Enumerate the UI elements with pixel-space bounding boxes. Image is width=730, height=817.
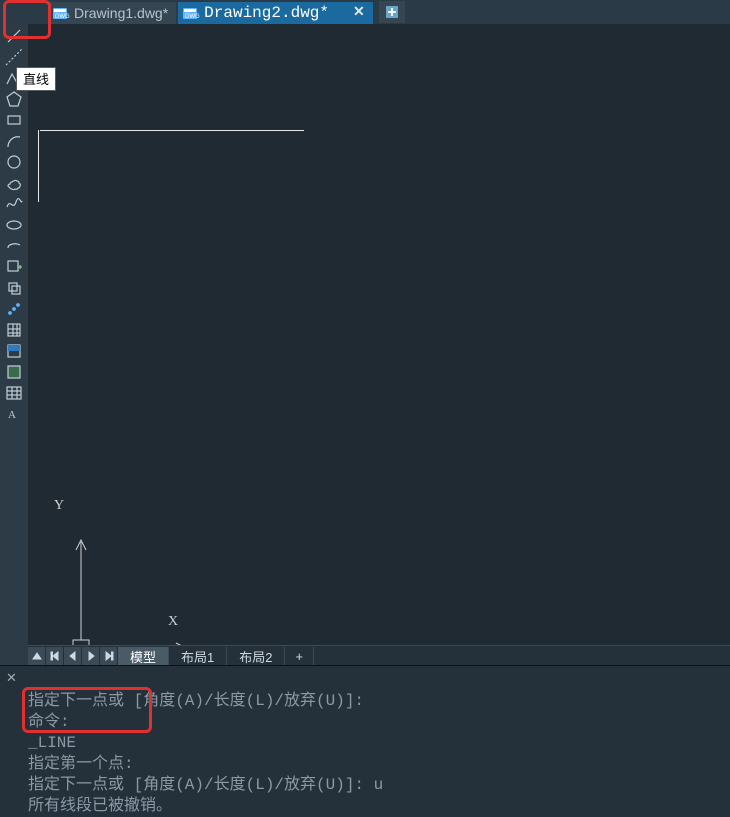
layout-first[interactable] <box>46 647 63 665</box>
polygon-tool[interactable] <box>3 89 25 109</box>
layout-scroll-up[interactable] <box>28 647 45 665</box>
command-history-panel: ✕ 指定下一点或 [角度(A)/长度(L)/放弃(U)]: 命令: _LINE … <box>0 665 730 817</box>
gradient-tool[interactable] <box>3 341 25 361</box>
tab-drawing1[interactable]: DWG Drawing1.dwg* <box>48 2 176 24</box>
tab-drawing2[interactable]: DWG Drawing2.dwg* ✕ <box>178 2 373 24</box>
ellipse-tool[interactable] <box>3 215 25 235</box>
close-tab-icon[interactable]: ✕ <box>353 4 365 21</box>
svg-text:A: A <box>8 409 16 421</box>
tab-label: Drawing1.dwg* <box>74 5 168 21</box>
revcloud-tool[interactable] <box>3 173 25 193</box>
construction-line-tool[interactable] <box>3 47 25 67</box>
ucs-icon <box>72 522 202 665</box>
svg-text:DWG: DWG <box>55 14 70 20</box>
layout-prev[interactable] <box>64 647 81 665</box>
layout-tab-1[interactable]: 布局1 <box>169 647 227 665</box>
tab-label: Drawing2.dwg* <box>204 4 329 22</box>
layout-tab-model[interactable]: 模型 <box>118 647 169 665</box>
drawing-canvas[interactable] <box>28 24 730 645</box>
arc-tool[interactable] <box>3 131 25 151</box>
insert-block-tool[interactable] <box>3 257 25 277</box>
draw-toolbar: A <box>0 24 28 667</box>
region-tool[interactable] <box>3 362 25 382</box>
ucs-x-label: X <box>168 614 178 630</box>
layout-add-button[interactable]: + <box>285 647 314 665</box>
layout-last[interactable] <box>100 647 117 665</box>
ucs-y-label: Y <box>54 498 64 514</box>
tool-tooltip: 直线 <box>16 67 56 91</box>
text-tool[interactable]: A <box>3 404 25 424</box>
document-tab-bar: DWG Drawing1.dwg* DWG Drawing2.dwg* ✕ <box>0 0 730 24</box>
layout-next[interactable] <box>82 647 99 665</box>
table-tool[interactable] <box>3 383 25 403</box>
drawn-segment-vertical <box>38 130 39 202</box>
dwg-file-icon: DWG <box>182 6 200 20</box>
dwg-file-icon: DWG <box>52 6 70 20</box>
svg-text:DWG: DWG <box>185 14 200 20</box>
circle-tool[interactable] <box>3 152 25 172</box>
new-tab-button[interactable] <box>379 1 405 23</box>
drawn-segment-horizontal <box>40 130 304 131</box>
spline-tool[interactable] <box>3 194 25 214</box>
point-tool[interactable] <box>3 299 25 319</box>
command-history-text: 指定下一点或 [角度(A)/长度(L)/放弃(U)]: 命令: _LINE 指定… <box>28 670 722 817</box>
ellipse-arc-tool[interactable] <box>3 236 25 256</box>
layout-tab-bar: 模型 布局1 布局2 + <box>28 645 730 666</box>
hatch-tool[interactable] <box>3 320 25 340</box>
command-panel-close[interactable]: ✕ <box>6 670 17 686</box>
layout-tab-2[interactable]: 布局2 <box>227 647 285 665</box>
rectangle-tool[interactable] <box>3 110 25 130</box>
make-block-tool[interactable] <box>3 278 25 298</box>
line-tool[interactable] <box>3 26 25 46</box>
